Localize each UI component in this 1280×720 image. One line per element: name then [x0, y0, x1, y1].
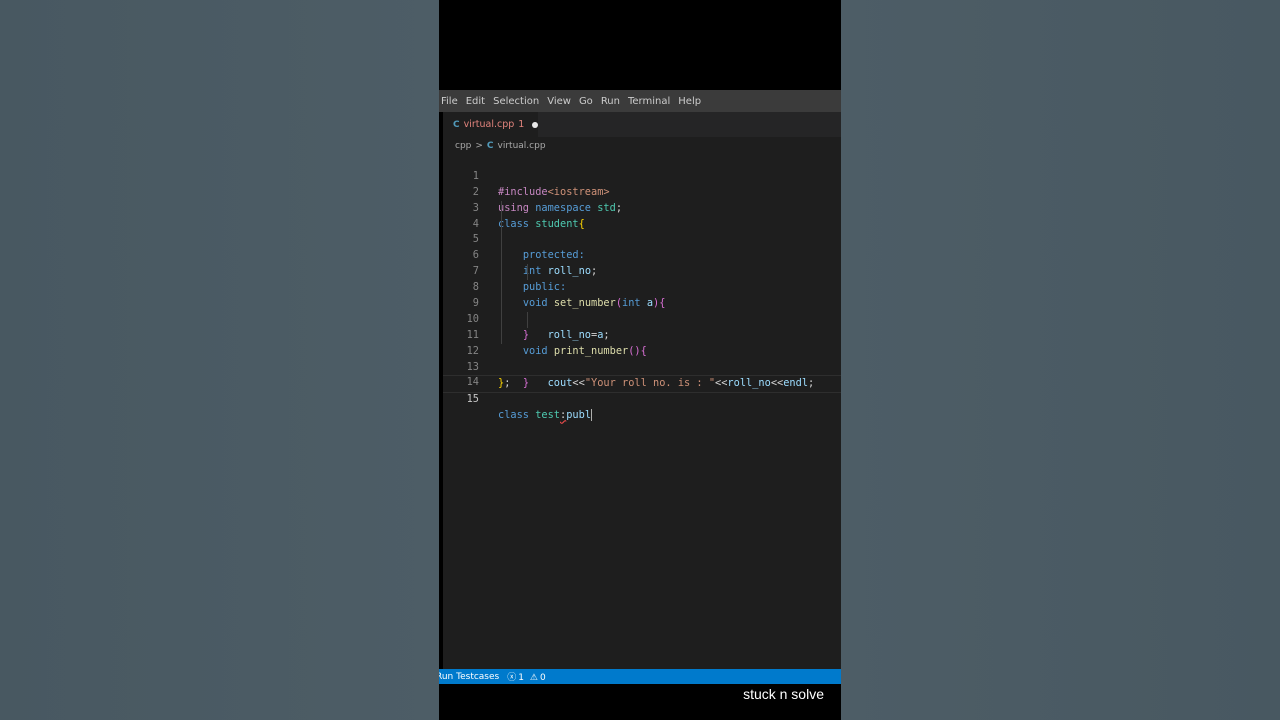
indent-guide	[527, 264, 528, 281]
unsaved-dot-icon[interactable]	[532, 121, 538, 128]
menu-run[interactable]: Run	[600, 96, 626, 107]
code-line: 10 void print_number(){	[443, 296, 841, 357]
code-line: 14	[443, 360, 841, 388]
code-line: 5 int roll_no;	[443, 216, 841, 277]
tab-bar: C virtual.cpp 1	[443, 112, 841, 137]
text-cursor	[591, 409, 593, 422]
indent-guide	[501, 296, 502, 312]
cpp-file-icon: C	[453, 119, 460, 130]
menu-help[interactable]: Help	[677, 96, 707, 107]
line-number: 15	[466, 393, 479, 406]
error-icon: ⓧ	[507, 673, 517, 683]
code-editor[interactable]: cpp > C virtual.cpp 1 #include<iostream>…	[443, 137, 841, 669]
indent-guide	[501, 216, 502, 233]
menu-edit[interactable]: Edit	[465, 96, 491, 107]
blurred-background-left	[0, 0, 439, 720]
tab-label: virtual.cpp	[463, 119, 515, 130]
current-code-line: 15 class test:publ	[443, 375, 841, 422]
run-testcases-button[interactable]: Run Testcases	[439, 672, 499, 682]
code-line: 11 cout<<"Your roll no. is : "<<roll_no<…	[443, 311, 841, 389]
menu-bar: File Edit Selection View Go Run Terminal…	[439, 90, 841, 112]
menu-selection[interactable]: Selection	[492, 96, 545, 107]
indent-guide	[501, 327, 502, 344]
indent-guide	[501, 248, 502, 265]
code-line: 6 public:	[443, 232, 841, 293]
menu-file[interactable]: File	[440, 96, 464, 107]
indent-guide	[501, 200, 502, 217]
indent-guide	[501, 264, 502, 281]
error-count: 1	[518, 673, 524, 683]
breadcrumb-folder[interactable]: cpp	[455, 141, 471, 151]
cpp-file-icon: C	[486, 141, 494, 151]
code-line: 12 }	[443, 327, 841, 389]
warning-icon: ⚠	[529, 673, 538, 683]
indent-guide	[501, 311, 502, 328]
channel-watermark: stuck n solve	[743, 686, 824, 702]
code-line: 4 protected:	[443, 200, 841, 261]
tab-virtual-cpp[interactable]: C virtual.cpp 1	[443, 112, 538, 137]
tab-problem-count: 1	[518, 119, 525, 130]
video-frame: File Edit Selection View Go Run Terminal…	[439, 0, 841, 720]
code-line: 8 roll_no=a;	[443, 264, 841, 341]
code-lines[interactable]: 1 #include<iostream> 2 using namespace s…	[443, 153, 841, 422]
indent-guide	[527, 311, 528, 328]
indent-guide	[501, 232, 502, 249]
warning-count: 0	[539, 673, 546, 683]
menu-terminal[interactable]: Terminal	[627, 96, 676, 107]
breadcrumb: cpp > C virtual.cpp	[455, 139, 546, 153]
code-line: 13 };	[443, 344, 841, 389]
problems-indicator[interactable]: ⓧ 1 ⚠ 0	[507, 670, 545, 683]
code-line: 3 class student{	[443, 185, 841, 230]
code-line: 1 #include<iostream>	[443, 153, 841, 198]
menu-view[interactable]: View	[546, 96, 577, 107]
breadcrumb-file[interactable]: virtual.cpp	[498, 141, 546, 151]
code-line: 7 void set_number(int a){	[443, 248, 841, 309]
code-text[interactable]: class test:publ	[498, 408, 593, 424]
blurred-background-right	[841, 0, 1280, 720]
indent-guide	[501, 280, 502, 297]
menu-go[interactable]: Go	[578, 96, 599, 107]
chevron-right-icon: >	[475, 141, 483, 151]
status-bar: Run Testcases ⓧ 1 ⚠ 0	[439, 669, 841, 684]
code-line: 9 }	[443, 280, 841, 341]
code-line: 2 using namespace std;	[443, 169, 841, 214]
